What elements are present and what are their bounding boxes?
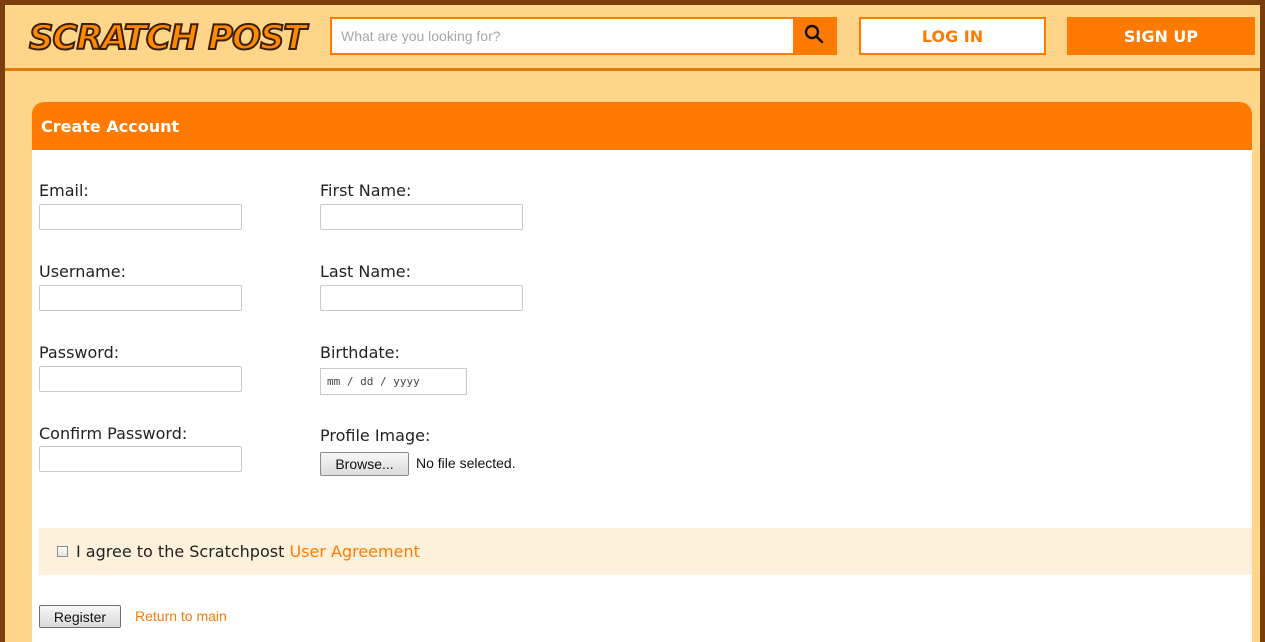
page-frame: SCRATCH POST LOG IN SIGN UP Create Accou… <box>0 0 1265 642</box>
birthdate-label: Birthdate: <box>320 343 400 362</box>
last-name-label: Last Name: <box>320 262 412 281</box>
first-name-label: First Name: <box>320 181 412 200</box>
agree-checkbox[interactable] <box>57 546 68 557</box>
agreement-row: I agree to the Scratchpost User Agreemen… <box>39 528 1252 575</box>
logo-text: SCRATCH POST <box>28 17 308 59</box>
confirm-password-label: Confirm Password: <box>39 424 188 443</box>
no-file-text: No file selected. <box>416 455 516 471</box>
register-button[interactable]: Register <box>39 605 121 628</box>
password-label: Password: <box>39 343 120 362</box>
email-field[interactable] <box>39 204 242 230</box>
panel-title: Create Account <box>32 102 1252 150</box>
username-field[interactable] <box>39 285 242 311</box>
profile-image-label: Profile Image: <box>320 426 431 445</box>
password-field[interactable] <box>39 366 242 392</box>
search-icon <box>804 24 824 48</box>
user-agreement-link[interactable]: User Agreement <box>289 542 419 561</box>
confirm-password-field[interactable] <box>39 446 242 472</box>
last-name-field[interactable] <box>320 285 523 311</box>
signup-button[interactable]: SIGN UP <box>1067 17 1255 55</box>
agree-text: I agree to the Scratchpost User Agreemen… <box>76 542 420 561</box>
search-input[interactable] <box>332 19 792 53</box>
search-bar <box>330 17 837 55</box>
site-header: SCRATCH POST LOG IN SIGN UP <box>5 5 1260 71</box>
site-logo[interactable]: SCRATCH POST <box>28 17 308 59</box>
search-button[interactable] <box>793 19 835 53</box>
return-to-main-link[interactable]: Return to main <box>135 608 227 624</box>
birthdate-field[interactable]: mm / dd / yyyy <box>320 368 467 395</box>
email-label: Email: <box>39 181 89 200</box>
login-button[interactable]: LOG IN <box>859 17 1046 55</box>
first-name-field[interactable] <box>320 204 523 230</box>
create-account-panel: Create Account Email: Username: Password… <box>32 102 1252 642</box>
agree-prefix: I agree to the Scratchpost <box>76 542 290 561</box>
browse-button[interactable]: Browse... <box>320 452 409 476</box>
username-label: Username: <box>39 262 126 281</box>
